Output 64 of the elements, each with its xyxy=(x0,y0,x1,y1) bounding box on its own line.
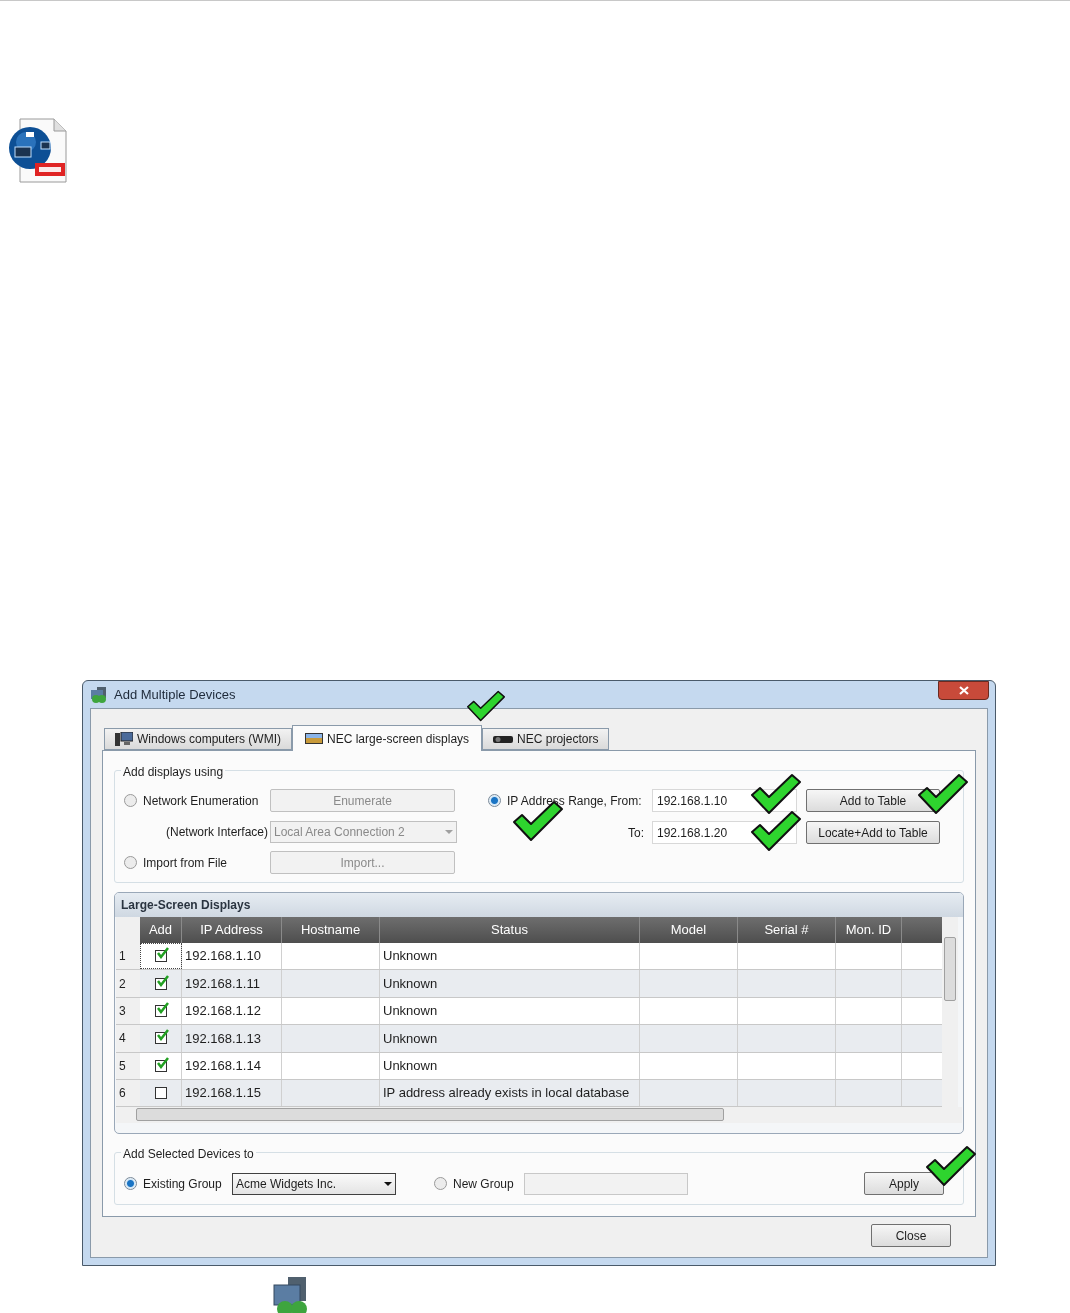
add-to-table-button[interactable]: Add to Table xyxy=(806,789,940,812)
close-button[interactable]: Close xyxy=(871,1224,951,1247)
apply-button[interactable]: Apply xyxy=(864,1172,944,1195)
pdf-file-icon xyxy=(8,118,68,184)
radio-button[interactable] xyxy=(488,794,501,807)
row-number: 2 xyxy=(116,970,140,997)
radio-button[interactable] xyxy=(124,794,137,807)
option-label: Existing Group xyxy=(143,1175,222,1193)
row-number: 6 xyxy=(116,1079,140,1107)
table-cell: 192.168.1.13 xyxy=(182,1025,282,1052)
dropdown-value: Local Area Connection 2 xyxy=(274,823,405,841)
table-cell: 192.168.1.15 xyxy=(182,1079,282,1107)
option-label: IP Address Range, From: xyxy=(507,792,642,810)
option-label: New Group xyxy=(453,1175,514,1193)
devices-add-icon xyxy=(90,686,108,703)
locate-add-button[interactable]: Locate+Add to Table xyxy=(806,821,940,844)
group-dropdown[interactable]: Acme Widgets Inc. xyxy=(232,1172,396,1195)
checkbox[interactable] xyxy=(154,977,167,990)
table-cell: 192.168.1.10 xyxy=(182,943,282,970)
new-group-field[interactable] xyxy=(524,1172,688,1195)
table-cell: IP address already exists in local database xyxy=(380,1079,640,1107)
window-title: Add Multiple Devices xyxy=(114,685,236,704)
checkbox[interactable] xyxy=(154,1059,167,1072)
table-cell: Unknown xyxy=(380,943,640,970)
computer-icon xyxy=(115,732,133,746)
table-cell: 192.168.1.11 xyxy=(182,970,282,997)
check-mark-icon xyxy=(750,810,802,852)
field-label: To: xyxy=(627,824,645,842)
table-title: Large-Screen Displays xyxy=(115,893,963,917)
dropdown-arrow-icon xyxy=(445,829,453,834)
checkbox[interactable] xyxy=(154,1004,167,1017)
row-number: 3 xyxy=(116,997,140,1025)
check-mark-icon xyxy=(925,1145,977,1187)
tab[interactable]: Windows computers (WMI) xyxy=(104,728,293,750)
row-number: 1 xyxy=(116,943,140,970)
table-cell: Unknown xyxy=(380,1025,640,1052)
close-button[interactable] xyxy=(938,681,989,700)
radio-button[interactable] xyxy=(434,1177,447,1190)
table-cell: Unknown xyxy=(380,970,640,997)
radio-button[interactable] xyxy=(124,1177,137,1190)
option-label: Import from File xyxy=(143,854,227,872)
table-cell: Unknown xyxy=(380,997,640,1025)
table-cell: 192.168.1.12 xyxy=(182,997,282,1025)
close-icon xyxy=(958,686,969,695)
check-mark-icon xyxy=(466,690,506,722)
projector-icon xyxy=(493,734,514,744)
check-mark-icon xyxy=(917,773,969,815)
devices-add-icon xyxy=(272,1277,310,1313)
tab[interactable]: NEC projectors xyxy=(482,728,610,750)
check-mark-icon xyxy=(750,773,802,815)
table-cell: Unknown xyxy=(380,1052,640,1079)
checkbox[interactable] xyxy=(154,950,167,963)
checkbox[interactable] xyxy=(154,1087,167,1100)
dropdown-value: Acme Widgets Inc. xyxy=(236,1175,337,1193)
radio-button[interactable] xyxy=(124,856,137,869)
option-label: Network Enumeration xyxy=(143,792,259,810)
tab[interactable]: NEC large-screen displays xyxy=(292,725,483,751)
dropdown-arrow-icon xyxy=(384,1181,392,1186)
field-label: (Network Interface) xyxy=(164,823,269,841)
row-number: 4 xyxy=(116,1025,140,1052)
checkbox[interactable] xyxy=(154,1032,167,1045)
row-number: 5 xyxy=(116,1052,140,1079)
table-cell: 192.168.1.14 xyxy=(182,1052,282,1079)
display-icon xyxy=(305,733,324,744)
